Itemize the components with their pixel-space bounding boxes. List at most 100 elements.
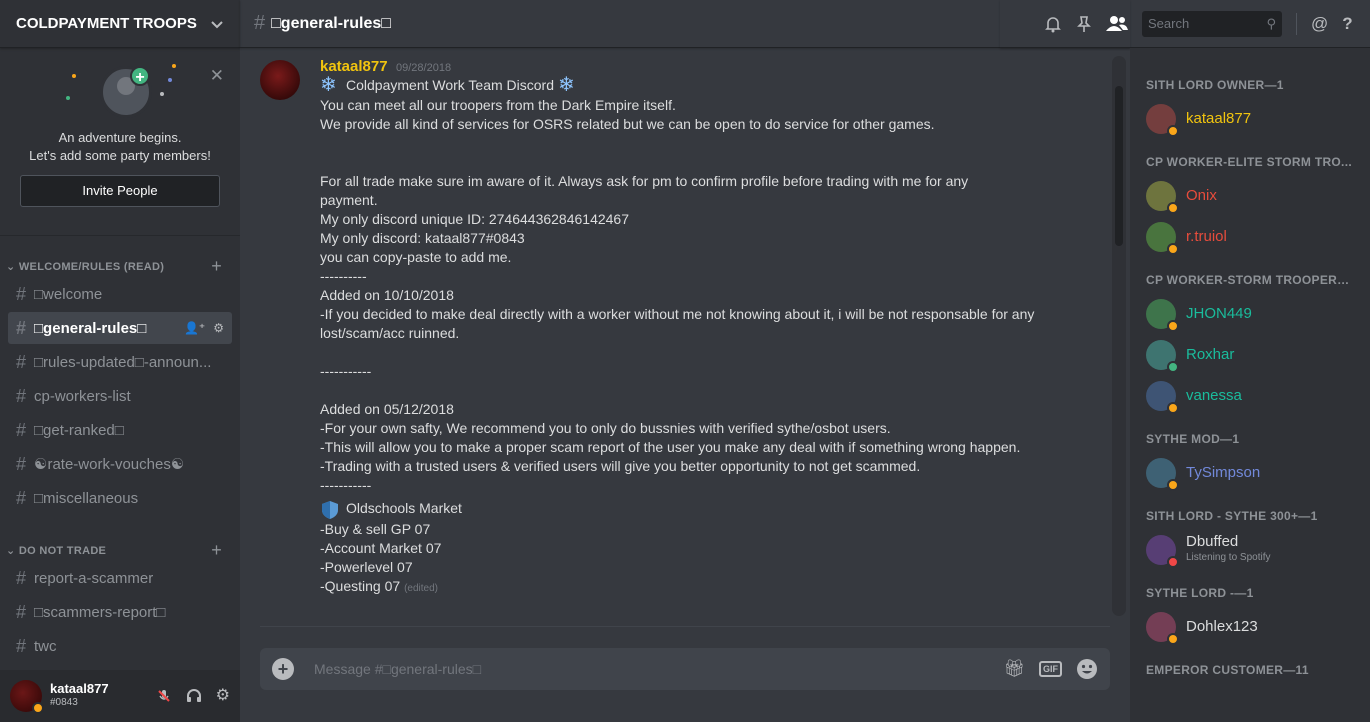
hash-icon: # [16,317,27,338]
channel-cp-workers-list[interactable]: # cp-workers-list [8,380,232,412]
mute-microphone-icon[interactable] [156,688,172,704]
message-line: ----------- [320,363,372,380]
channel-title: □general-rules□ [271,14,391,32]
hash-icon: # [16,601,27,622]
member-item[interactable]: vanessa [1130,375,1370,416]
member-item[interactable]: Dohlex123 [1130,606,1370,647]
channel-rate-work-vouches[interactable]: # ☯rate-work-vouches☯ [8,448,232,480]
add-channel-icon[interactable]: + [211,256,222,277]
message-line: ---------- [320,268,367,285]
channel-welcome[interactable]: # □welcome [8,278,232,310]
status-icon [1167,242,1179,255]
add-channel-icon[interactable]: + [211,540,222,561]
mentions-icon[interactable]: @ [1311,14,1328,34]
role-header: CP WORKER-ELITE STORM TRO... [1146,155,1352,169]
role-header: CP WORKER-STORM TROOPERS... [1146,273,1357,287]
channel-get-ranked[interactable]: # □get-ranked□ [8,414,232,446]
invite-user-icon[interactable]: 👤⁺ [184,321,205,335]
avatar [1146,339,1179,373]
member-item[interactable]: Onix [1130,175,1370,216]
channel-report-a-scammer[interactable]: # report-a-scammer [8,562,232,594]
welcome-card: ✕ + An adventure begins. Let's add some … [0,56,240,236]
header-toolbar: Search ⚲ @ ? [1000,0,1370,48]
category-label: ⌄ DO NOT TRADE [6,544,107,557]
message-line: My only discord: kataal877#0843 [320,230,525,247]
status-icon [1167,478,1179,491]
add-attachment-button[interactable]: + [272,658,294,680]
message-author[interactable]: kataal877 [320,58,388,75]
status-icon [1167,124,1179,137]
chevron-down-icon[interactable] [210,17,224,31]
user-name: kataal877 [50,681,109,696]
channel-scammers-report[interactable]: # □scammers-report□ [8,596,232,628]
guild-header[interactable]: COLDPAYMENT TROOPS [0,0,240,48]
headphones-icon[interactable] [186,688,202,704]
user-panel: kataal877 #0843 ⚙ [0,670,240,722]
member-name: kataal877 [1186,109,1252,127]
status-icon [1167,632,1179,645]
member-item[interactable]: TySimpson [1130,452,1370,493]
gear-icon[interactable]: ⚙ [213,321,224,335]
message-line: -This will allow you to make a proper sc… [320,439,1021,456]
status-icon [1167,201,1179,214]
message-composer: + 🎁︎ GIF [260,648,1110,690]
category-welcome-rules[interactable]: ⌄ WELCOME/RULES (READ) + [0,256,240,276]
gear-icon[interactable]: ⚙ [216,688,230,704]
channel-general-rules[interactable]: # □general-rules□ 👤⁺ ⚙ [8,312,232,344]
status-icon [1167,401,1179,414]
channel-sidebar: COLDPAYMENT TROOPS ✕ + An adventure begi… [0,0,240,722]
avatar [1146,457,1179,491]
scroll-thumb[interactable] [1115,86,1123,246]
bell-icon[interactable] [1044,15,1062,33]
avatar[interactable] [260,60,300,100]
member-item[interactable]: JHON449 [1130,293,1370,334]
member-name: Dohlex123 [1186,617,1258,635]
scrollbar[interactable] [1112,56,1126,616]
role-header: SYTHE MOD—1 [1146,432,1240,446]
member-item[interactable]: r.truiol [1130,216,1370,257]
channel-rules-updated[interactable]: # □rules-updated□-announ... [8,346,232,378]
member-name: vanessa [1186,386,1242,404]
status-idle-icon [32,702,44,714]
gif-button[interactable]: GIF [1039,661,1062,677]
avatar [1146,221,1179,255]
member-name: Onix [1186,186,1217,204]
message-line: My only discord unique ID: 2746443628461… [320,211,630,228]
hash-icon: # [16,487,27,508]
help-icon[interactable]: ? [1342,14,1352,34]
message-line: -Account Market 07 [320,539,442,556]
member-item[interactable]: kataal877 [1130,98,1370,139]
member-item[interactable]: Dbuffed Listening to Spotify [1130,529,1370,570]
search-input[interactable]: Search ⚲ [1142,10,1282,37]
status-icon [1167,360,1179,373]
message-line [320,153,1100,172]
channel-twc[interactable]: # twc [8,630,232,662]
member-list: SITH LORD OWNER—1 kataal877 CP WORKER-ELIT… [1130,48,1370,722]
member-list-icon[interactable] [1106,15,1128,33]
avatar[interactable] [10,680,44,714]
avatar [1146,611,1179,645]
emoji-icon[interactable] [1076,658,1098,680]
avatar [1146,298,1179,332]
message-list[interactable]: kataal877 09/28/2018 ❄ Coldpayment Work T… [240,48,1130,722]
party-illustration: + [0,56,240,136]
channel-miscellaneous[interactable]: # □miscellaneous [8,482,232,514]
member-item[interactable]: Roxhar [1130,334,1370,375]
status-icon [1167,319,1179,332]
gift-icon[interactable]: 🎁︎ [1003,659,1025,679]
message: kataal877 09/28/2018 ❄ Coldpayment Work T… [260,58,1100,598]
category-do-not-trade[interactable]: ⌄ DO NOT TRADE + [0,540,240,560]
message-line: You can meet all our troopers from the D… [320,97,676,114]
message-input[interactable] [314,661,1004,677]
pin-icon[interactable] [1076,15,1092,33]
role-header: EMPEROR CUSTOMER—11 [1146,663,1309,677]
message-line: you can copy-paste to add me. [320,249,512,266]
invite-people-button[interactable]: Invite People [20,175,220,207]
member-name: r.truiol [1186,227,1227,245]
snowflake-icon: ❄ [558,74,575,97]
message-line: ----------- [320,477,372,494]
message-timestamp: 09/28/2018 [396,62,452,74]
search-icon: ⚲ [1266,15,1276,31]
hash-icon: # [16,283,27,304]
shield-icon [322,500,338,519]
